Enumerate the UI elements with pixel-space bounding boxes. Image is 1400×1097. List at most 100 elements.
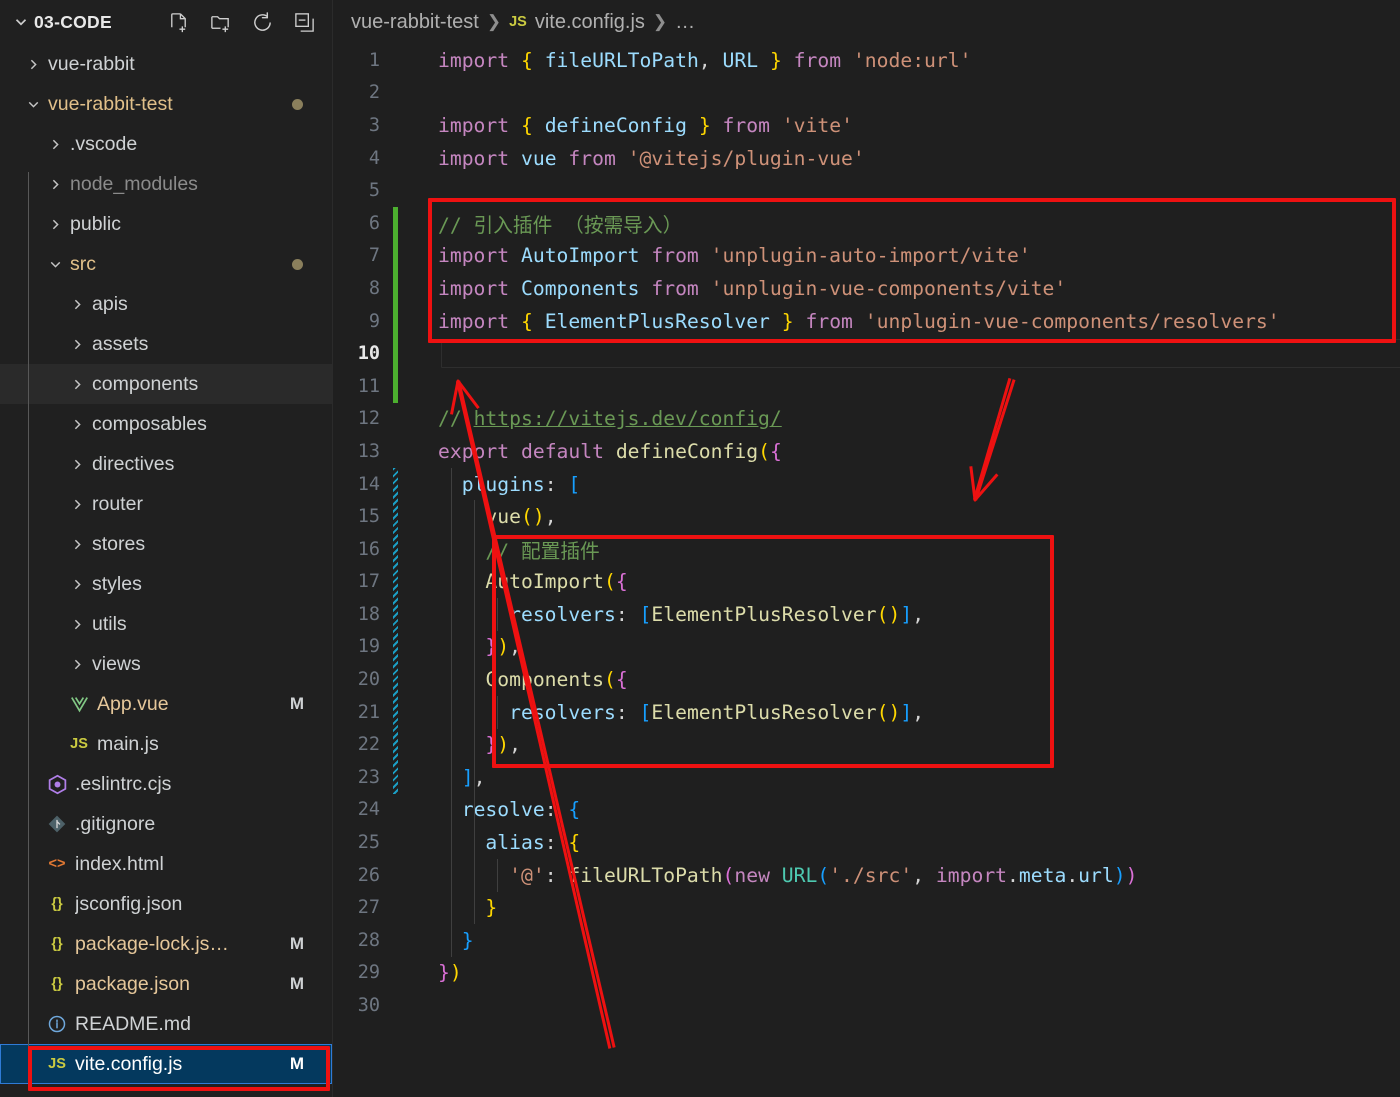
tree-folder-public[interactable]: public — [0, 204, 332, 244]
tree-folder-assets[interactable]: assets — [0, 324, 332, 364]
chevron-right-icon[interactable] — [44, 133, 66, 155]
breadcrumb-folder[interactable]: vue-rabbit-test — [351, 11, 479, 34]
code-line[interactable]: 27 } — [333, 891, 1400, 924]
tree-file-main-js[interactable]: JS main.js — [0, 724, 332, 764]
code-line[interactable]: 25 alias: { — [333, 826, 1400, 859]
code-token[interactable]: https://vitejs.dev/config/ — [474, 407, 782, 430]
tree-file-vite-config-js[interactable]: JS vite.config.js M — [0, 1044, 332, 1084]
new-file-icon[interactable] — [167, 11, 190, 34]
tree-item-label: stores — [92, 532, 146, 555]
code-line[interactable]: 2 — [333, 77, 1400, 110]
code-line[interactable]: 3 import { defineConfig } from 'vite' — [333, 109, 1400, 142]
line-number: 28 — [357, 929, 380, 951]
code-line[interactable]: 9 import { ElementPlusResolver } from 'un… — [333, 305, 1400, 338]
tree-file-gitignore[interactable]: .gitignore — [0, 804, 332, 844]
tree-folder-vscode[interactable]: .vscode — [0, 124, 332, 164]
chevron-down-icon[interactable] — [44, 253, 66, 275]
code-line[interactable]: 17 AutoImport({ — [333, 566, 1400, 599]
code-token: import — [438, 276, 510, 300]
tree-folder-views[interactable]: views — [0, 644, 332, 684]
tree-file-package-json[interactable]: {} package.json M — [0, 964, 332, 1004]
tree-folder-directives[interactable]: directives — [0, 444, 332, 484]
git-status-badge: M — [289, 1054, 304, 1073]
code-line[interactable]: 8 import Components from 'unplugin-vue-co… — [333, 272, 1400, 305]
chevron-right-icon[interactable] — [66, 453, 88, 475]
tree-folder-src[interactable]: src — [0, 244, 332, 284]
chevron-right-icon[interactable] — [66, 533, 88, 555]
chevron-right-icon[interactable] — [66, 653, 88, 675]
code-token: , — [912, 700, 925, 724]
chevron-right-icon[interactable] — [44, 213, 66, 235]
tree-folder-stores[interactable]: stores — [0, 524, 332, 564]
code-text: export default defineConfig({ — [438, 440, 782, 463]
code-line[interactable]: 14 plugins: [ — [333, 468, 1400, 501]
tree-folder-components[interactable]: components — [0, 364, 332, 404]
breadcrumb-more[interactable]: … — [675, 11, 695, 34]
code-line[interactable]: 30 — [333, 989, 1400, 1022]
tree-file-index-html[interactable]: <> index.html — [0, 844, 332, 884]
code-line[interactable]: 28 } — [333, 924, 1400, 957]
code-token: vue — [520, 146, 557, 170]
collapse-all-icon[interactable] — [293, 11, 316, 34]
line-number: 9 — [368, 310, 380, 332]
chevron-right-icon[interactable] — [22, 53, 44, 75]
code-line[interactable]: 4 import vue from '@vitejs/plugin-vue' — [333, 142, 1400, 175]
tree-folder-router[interactable]: router — [0, 484, 332, 524]
chevron-right-icon[interactable] — [44, 173, 66, 195]
tree-file-package-lock-js[interactable]: {} package-lock.js… M — [0, 924, 332, 964]
chevron-right-icon[interactable] — [66, 613, 88, 635]
chevron-right-icon[interactable] — [66, 373, 88, 395]
tree-file-jsconfig-json[interactable]: {} jsconfig.json — [0, 884, 332, 924]
code-token: } — [461, 928, 474, 952]
code-line[interactable]: 10 — [333, 337, 1400, 370]
tree-folder-utils[interactable]: utils — [0, 604, 332, 644]
code-token: alias — [485, 831, 545, 855]
code-token: '@vitejs/plugin-vue' — [627, 146, 865, 170]
refresh-icon[interactable] — [251, 11, 274, 34]
tree-file-readme-md[interactable]: README.md — [0, 1004, 332, 1044]
code-line[interactable]: 18 resolvers: [ElementPlusResolver()], — [333, 598, 1400, 631]
chevron-right-icon[interactable] — [66, 573, 88, 595]
explorer-header: 03-CODE — [0, 0, 332, 44]
line-number: 17 — [357, 571, 380, 593]
code-content[interactable]: 1 import { fileURLToPath, URL } from 'nod… — [333, 44, 1400, 1022]
tree-folder-vue-rabbit-test[interactable]: vue-rabbit-test — [0, 84, 332, 124]
code-line[interactable]: 22 }), — [333, 728, 1400, 761]
code-line[interactable]: 7 import AutoImport from 'unplugin-auto-i… — [333, 240, 1400, 273]
code-line[interactable]: 19 }), — [333, 631, 1400, 664]
chevron-right-icon[interactable] — [66, 413, 88, 435]
tree-file-app-vue[interactable]: App.vue M — [0, 684, 332, 724]
code-line[interactable]: 26 '@': fileURLToPath(new URL('./src', i… — [333, 859, 1400, 892]
eslint-file-icon — [44, 774, 70, 795]
tree-item-label: composables — [92, 412, 207, 435]
code-line[interactable]: 29}) — [333, 957, 1400, 990]
code-line[interactable]: 5 — [333, 174, 1400, 207]
code-line[interactable]: 16 // 配置插件 — [333, 533, 1400, 566]
new-folder-icon[interactable] — [209, 11, 232, 34]
tree-folder-vue-rabbit[interactable]: vue-rabbit — [0, 44, 332, 84]
code-line[interactable]: 13 export default defineConfig({ — [333, 435, 1400, 468]
tree-folder-node-modules[interactable]: node_modules — [0, 164, 332, 204]
code-line[interactable]: 20 Components({ — [333, 663, 1400, 696]
code-line[interactable]: 12 // https://vitejs.dev/config/ — [333, 403, 1400, 436]
tree-file-eslintrc-cjs[interactable]: .eslintrc.cjs — [0, 764, 332, 804]
tree-folder-styles[interactable]: styles — [0, 564, 332, 604]
code-line[interactable]: 21 resolvers: [ElementPlusResolver()], — [333, 696, 1400, 729]
git-file-icon — [44, 814, 70, 834]
breadcrumb-file[interactable]: vite.config.js — [535, 11, 645, 34]
code-line[interactable]: 6 // 引入插件 （按需导入） — [333, 207, 1400, 240]
chevron-right-icon[interactable] — [66, 293, 88, 315]
code-line[interactable]: 23 ], — [333, 761, 1400, 794]
chevron-down-icon[interactable] — [22, 93, 44, 115]
chevron-right-icon[interactable] — [66, 493, 88, 515]
tree-folder-composables[interactable]: composables — [0, 404, 332, 444]
code-line[interactable]: 11 — [333, 370, 1400, 403]
code-line[interactable]: 15 vue(), — [333, 500, 1400, 533]
code-line[interactable]: 1 import { fileURLToPath, URL } from 'nod… — [333, 44, 1400, 77]
tree-folder-apis[interactable]: apis — [0, 284, 332, 324]
chevron-down-icon[interactable] — [8, 9, 34, 35]
code-line[interactable]: 24 resolve: { — [333, 794, 1400, 827]
code-token: { — [568, 831, 581, 855]
chevron-right-icon[interactable] — [66, 333, 88, 355]
